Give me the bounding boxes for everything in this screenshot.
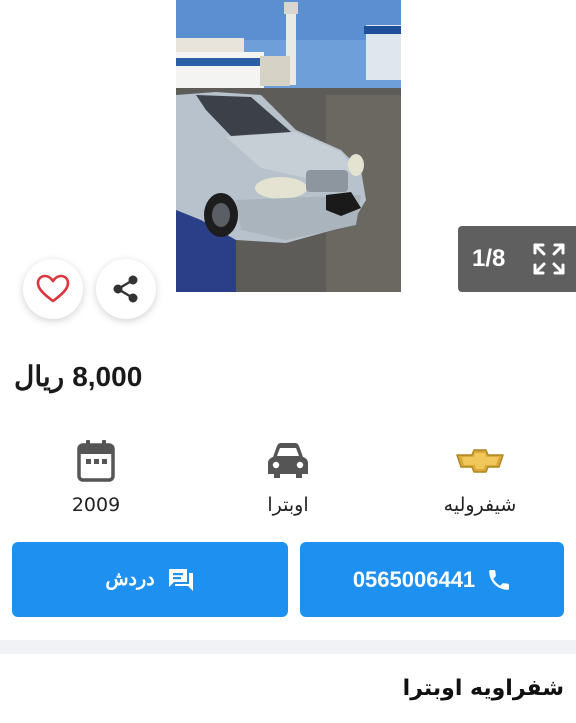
spec-year-label: 2009 <box>71 494 121 516</box>
chevron-right-icon <box>521 117 533 137</box>
price-value: 8,000 <box>72 361 143 392</box>
spec-year: 2009 <box>21 436 171 516</box>
listing-title: شفراويه اوبترا <box>402 676 564 701</box>
spec-model: اوبترا <box>213 436 363 516</box>
share-icon <box>113 275 138 303</box>
specs-row: 2009 اوبترا شيفروليه <box>0 436 576 526</box>
share-button[interactable] <box>96 259 156 319</box>
chevrolet-logo-icon <box>456 449 504 473</box>
heart-icon <box>36 274 70 303</box>
spec-make-label: شيفروليه <box>443 494 517 516</box>
phone-icon <box>489 569 510 590</box>
image-gallery[interactable]: 1/8 <box>0 0 576 292</box>
spec-model-label: اوبترا <box>267 494 309 516</box>
favorite-button[interactable] <box>23 259 83 319</box>
listing-page: 1/8 8,000 ريال 2009 اوبترا شيفروليه دردش… <box>0 0 576 723</box>
fullscreen-icon <box>533 243 565 275</box>
calendar-icon <box>77 440 115 482</box>
car-icon <box>268 443 308 478</box>
spec-make: شيفروليه <box>405 436 555 516</box>
image-counter: 1/8 <box>472 245 506 272</box>
chevron-left-icon <box>43 117 55 137</box>
price: 8,000 ريال <box>14 360 142 393</box>
car-photo[interactable] <box>176 0 401 292</box>
section-divider <box>0 640 576 654</box>
call-button[interactable]: 0565006441 <box>300 542 564 617</box>
next-image-button[interactable] <box>513 113 541 141</box>
previous-image-button[interactable] <box>35 113 63 141</box>
chat-button[interactable]: دردش <box>12 542 288 617</box>
phone-number: 0565006441 <box>352 566 476 592</box>
chat-icon <box>168 568 193 591</box>
chat-button-label: دردش <box>105 569 155 590</box>
price-currency: ريال <box>14 361 65 392</box>
image-counter-button[interactable]: 1/8 <box>458 226 576 292</box>
car-photo-image <box>176 0 401 292</box>
